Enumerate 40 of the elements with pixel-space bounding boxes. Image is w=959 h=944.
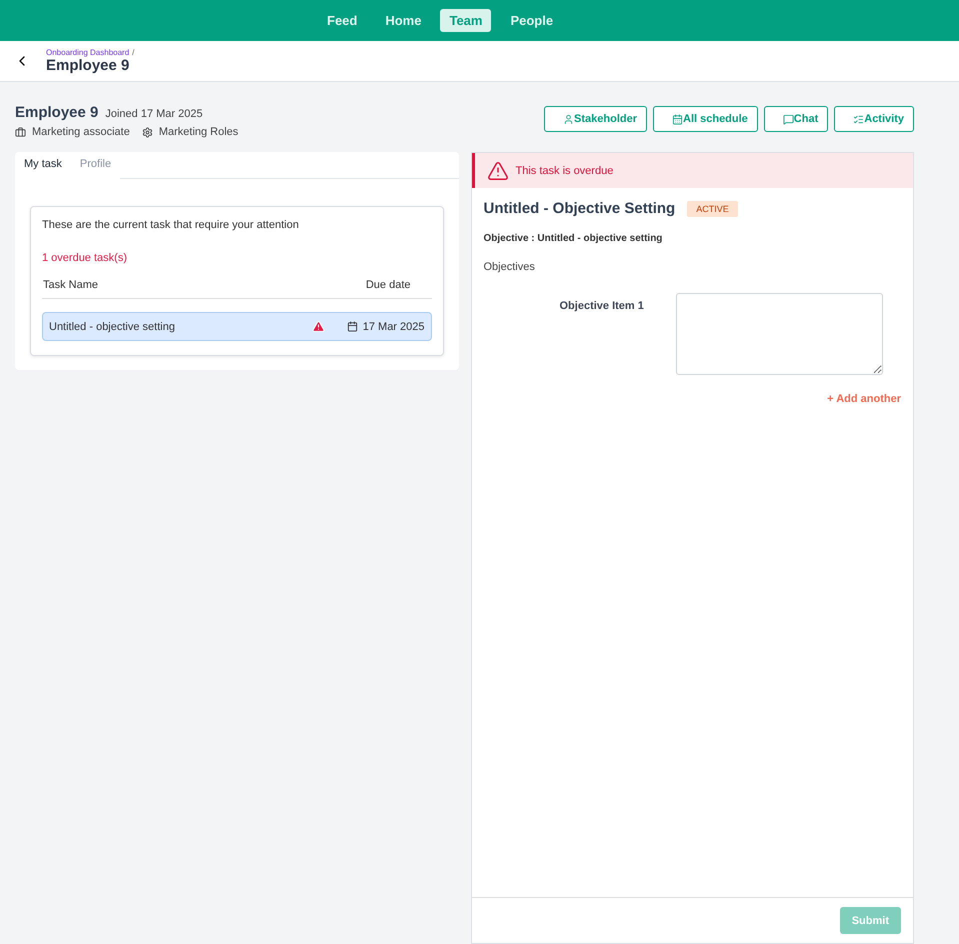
add-another-link[interactable]: + Add another <box>484 393 901 405</box>
tab[interactable]: Profile <box>70 152 120 179</box>
briefcase-icon <box>15 126 26 138</box>
task-title: Untitled - Objective Setting <box>484 200 676 217</box>
task-row[interactable]: Untitled - objective setting 17 Mar 2025 <box>42 312 432 341</box>
objective-input-field[interactable] <box>676 293 882 375</box>
joined-date: Joined 17 Mar 2025 <box>105 108 203 120</box>
overdue-count: 1 overdue task(s) <box>42 252 128 264</box>
warning-icon <box>486 160 508 182</box>
role-group: Marketing Roles <box>158 126 238 138</box>
column-header: Due date <box>366 279 410 291</box>
employee-name: Employee 9 <box>15 104 98 121</box>
nav-tab[interactable]: Feed <box>318 9 366 32</box>
checklist-icon <box>853 114 864 124</box>
action-button[interactable]: Chat <box>764 106 828 132</box>
due-date: 17 Mar 2025 <box>362 320 424 332</box>
person-icon <box>563 114 574 124</box>
action-button[interactable]: All schedule <box>653 106 758 132</box>
action-button[interactable]: Activity <box>834 106 914 132</box>
calendar-icon <box>346 321 358 332</box>
alert-text: This task is overdue <box>516 164 614 176</box>
nav-tab[interactable]: Team <box>440 9 492 32</box>
job-role: Marketing associate <box>32 126 130 138</box>
section-label: Objectives <box>484 261 536 273</box>
breadcrumb-separator: / <box>132 48 134 57</box>
tab[interactable]: My task <box>15 152 71 179</box>
breadcrumb-link[interactable]: Onboarding Dashboard <box>46 48 130 57</box>
status-badge: ACTIVE <box>687 200 738 216</box>
objective-text: Objective : Untitled - objective setting <box>484 233 664 244</box>
page-title: Employee 9 <box>46 57 130 74</box>
task-name: Untitled - objective setting <box>49 320 176 332</box>
task-intro: These are the current task that require your attention <box>42 219 300 231</box>
chat-icon <box>782 114 794 124</box>
nav-tab[interactable]: Home <box>376 9 430 32</box>
nav-tab[interactable]: People <box>501 9 562 32</box>
action-button[interactable]: Stakeholder <box>544 106 647 132</box>
field-label: Objective Item 1 <box>560 299 645 314</box>
gear-icon <box>142 126 153 138</box>
calendar-icon <box>672 114 683 124</box>
column-header: Task Name <box>43 279 98 291</box>
